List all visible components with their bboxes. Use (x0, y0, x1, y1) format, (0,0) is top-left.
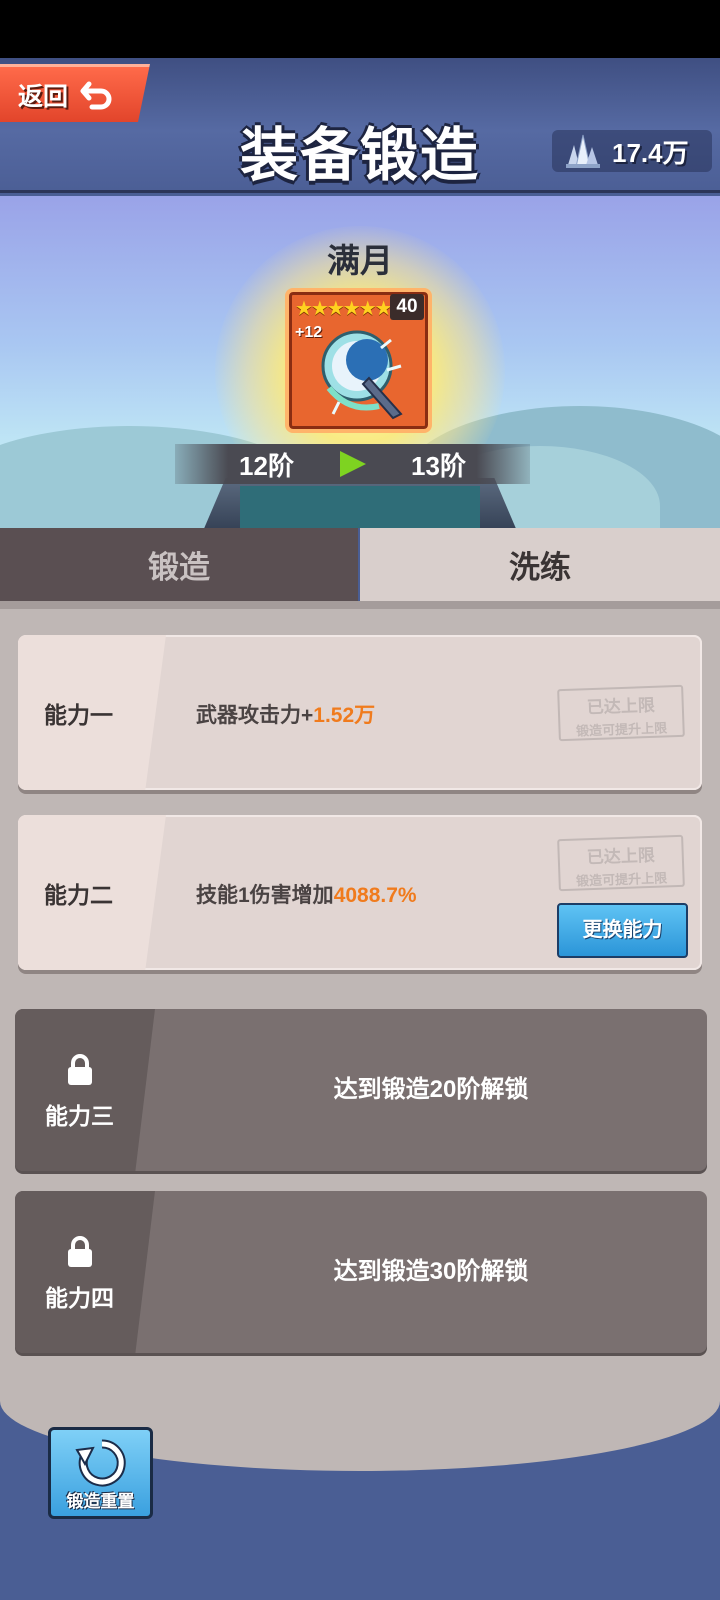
ability-row: 能力一 武器攻击力+1.52万 已达上限 锻造可提升上限 (18, 635, 702, 790)
replace-ability-button[interactable]: 更换能力 (557, 903, 688, 958)
locked-ability-row: 能力三 达到锻造20阶解锁 (15, 1009, 707, 1171)
stamp-line2: 锻造可提升上限 (575, 720, 668, 739)
item-name: 满月 (327, 242, 393, 279)
ability-description: 武器攻击力+1.52万 (196, 699, 375, 729)
ability-description: 技能1伤害增加4088.7% (196, 879, 417, 909)
locked-head (15, 1191, 155, 1353)
ability-text: 武器攻击力+ (196, 704, 314, 727)
equipment-showcase: 满月 ★★★★★★ 40 +12 12阶 13阶 (0, 196, 720, 528)
ability-value: 1.52万 (313, 704, 376, 727)
enhance-level: +12 (295, 324, 323, 341)
unlock-condition: 达到锻造30阶解锁 (333, 1258, 529, 1285)
reset-icon (75, 1439, 126, 1487)
tab-refine-label: 洗练 (509, 550, 571, 585)
ability-value: 4088.7% (333, 884, 417, 907)
status-bar (0, 0, 720, 58)
arrow-right-icon (339, 451, 366, 477)
ability-name: 能力二 (18, 815, 166, 970)
max-limit-stamp: 已达上限 锻造可提升上限 (557, 684, 685, 742)
ability-text: 技能1伤害增加 (196, 884, 334, 907)
crystal-icon (566, 134, 600, 168)
item-level-badge: 40 (390, 294, 424, 320)
unlock-condition: 达到锻造20阶解锁 (333, 1076, 529, 1103)
lock-icon (68, 1236, 92, 1267)
forge-reset-button[interactable]: 锻造重置 (48, 1427, 153, 1519)
stage-from: 12阶 (239, 450, 294, 481)
pedestal-top (240, 486, 480, 528)
currency-display: 17.4万 (552, 130, 712, 172)
reset-label: 锻造重置 (66, 1492, 135, 1511)
tab-forge[interactable]: 锻造 (0, 528, 358, 601)
stage-progress: 12阶 13阶 (175, 444, 530, 484)
ability-name: 能力一 (18, 635, 166, 790)
crescent-moon-weapon-icon (321, 330, 403, 420)
locked-ability-name: 能力三 (45, 1103, 114, 1129)
equipment-icon[interactable]: ★★★★★★ 40 +12 (285, 288, 432, 433)
tab-forge-label: 锻造 (148, 550, 210, 585)
locked-ability-row: 能力四 达到锻造30阶解锁 (15, 1191, 707, 1353)
stage-to: 13阶 (411, 450, 466, 481)
ability-row: 能力二 技能1伤害增加4088.7% 已达上限 锻造可提升上限 更换能力 (18, 815, 702, 970)
locked-head (15, 1009, 155, 1171)
stamp-line2: 锻造可提升上限 (575, 870, 668, 889)
locked-ability-name: 能力四 (45, 1285, 114, 1311)
stamp-line1: 已达上限 (586, 845, 656, 868)
lock-icon (68, 1054, 92, 1085)
tab-refine[interactable]: 洗练 (360, 528, 720, 601)
undo-arrow-icon (80, 81, 112, 109)
max-limit-stamp: 已达上限 锻造可提升上限 (557, 834, 685, 892)
currency-value: 17.4万 (612, 137, 689, 168)
stamp-line1: 已达上限 (586, 695, 656, 718)
